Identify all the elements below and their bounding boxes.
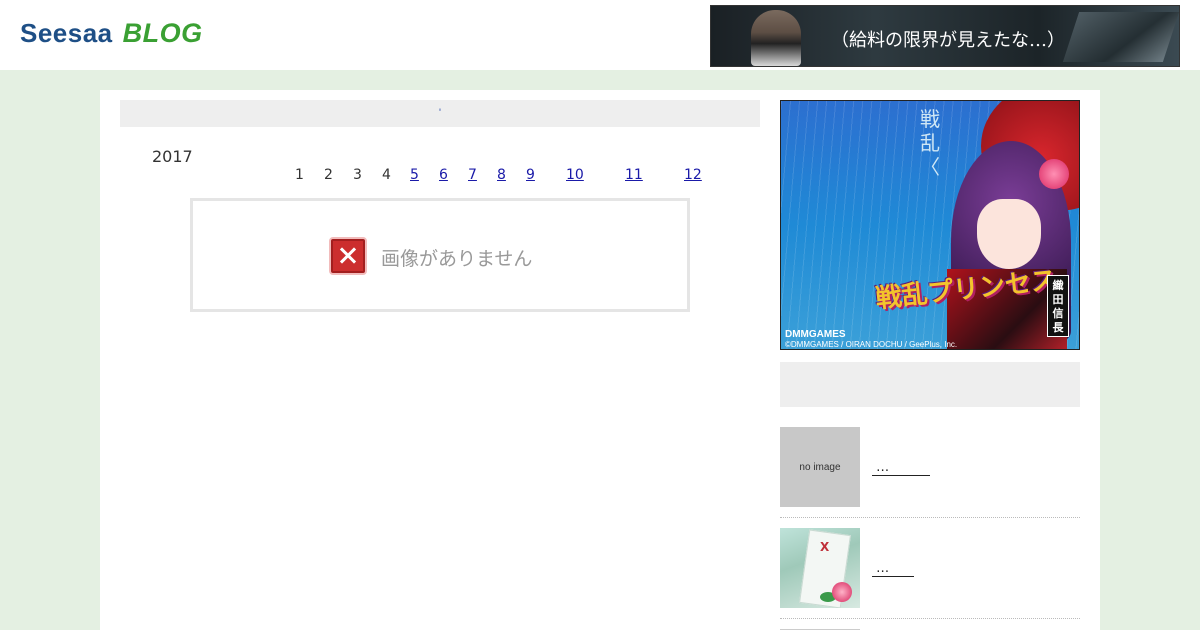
ad-brand: DMMGAMES xyxy=(785,329,846,340)
no-image-placeholder: 画像がありません xyxy=(190,198,690,312)
archive-year: 2017 xyxy=(152,147,193,166)
post-thumbnail-photo[interactable]: X xyxy=(780,528,860,608)
seesaa-blog-logo[interactable]: Seesaa BLOG xyxy=(20,18,203,49)
article-title-bar: ' xyxy=(120,100,760,127)
ad-hair-flower xyxy=(1039,159,1069,189)
month-3: 3 xyxy=(353,167,362,183)
month-link-5[interactable]: 5 xyxy=(410,167,419,183)
sidebar-post-item[interactable]: X … xyxy=(780,528,1080,619)
month-4: 4 xyxy=(382,167,391,183)
banner-person-image xyxy=(751,10,801,66)
month-link-6[interactable]: 6 xyxy=(439,167,448,183)
ad-character-name: 織田信長 xyxy=(1047,275,1069,337)
thumb-product-mark: X xyxy=(820,540,830,554)
broken-image-icon xyxy=(329,237,367,275)
month-link-8[interactable]: 8 xyxy=(497,167,506,183)
sidebar-section-header xyxy=(780,362,1080,407)
site-header: Seesaa BLOG （給料の限界が見えたな…） xyxy=(0,0,1200,70)
no-image-text: 画像がありません xyxy=(381,248,533,270)
top-banner-ad[interactable]: （給料の限界が見えたな…） xyxy=(710,5,1180,67)
content-container: ' 2017 1 2 3 4 5 6 7 8 9 10 11 12 画像がありま… xyxy=(100,90,1100,630)
post-thumbnail-noimage[interactable]: no image xyxy=(780,427,860,507)
article-title-link[interactable]: ' xyxy=(439,108,441,118)
month-link-7[interactable]: 7 xyxy=(468,167,477,183)
archive-month-list: 1 2 3 4 5 6 7 8 9 10 11 12 xyxy=(100,167,740,187)
ad-copyright: ©DMMGAMES / OIRAN DOCHU / GeePlus, Inc. xyxy=(785,340,958,349)
banner-text: （給料の限界が見えたな…） xyxy=(831,30,1065,51)
thumb-flower xyxy=(832,582,852,602)
ad-vertical-title: 戦乱〈 xyxy=(920,107,940,179)
post-link[interactable]: … xyxy=(872,562,914,577)
month-1: 1 xyxy=(295,167,304,183)
logo-seesaa-text: Seesaa xyxy=(20,18,113,48)
month-2: 2 xyxy=(324,167,333,183)
sidebar-post-item[interactable]: no image … xyxy=(780,427,1080,518)
banner-screen-image xyxy=(1062,12,1179,62)
month-link-9[interactable]: 9 xyxy=(526,167,535,183)
month-link-11[interactable]: 11 xyxy=(625,167,643,183)
logo-blog-text: BLOG xyxy=(122,18,203,48)
post-link[interactable]: … xyxy=(872,461,931,476)
sidebar-game-ad[interactable]: 戦乱〈 戦乱プリンセス 織田信長 DMMGAMES ©DMMGAMES / OI… xyxy=(780,100,1080,350)
month-link-10[interactable]: 10 xyxy=(566,167,584,183)
ad-character-face xyxy=(977,199,1041,269)
month-link-12[interactable]: 12 xyxy=(684,167,702,183)
